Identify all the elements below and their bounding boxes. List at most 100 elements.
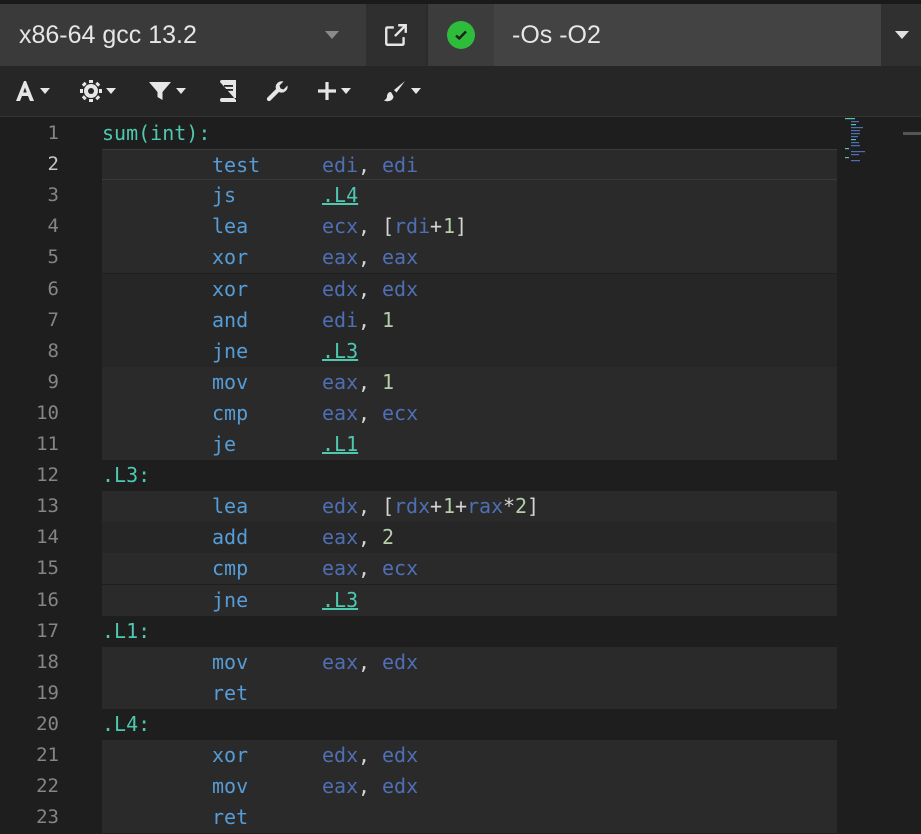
asm-punctuation: , [ (358, 494, 395, 518)
asm-register: eax (322, 556, 359, 580)
asm-register: edx (322, 277, 359, 301)
compiler-options-input[interactable]: -Os -O2 (494, 4, 881, 66)
popout-button[interactable] (366, 4, 426, 66)
label-link[interactable]: .L4 (322, 180, 358, 211)
asm-instruction-line[interactable]: ret (102, 802, 837, 833)
asm-mnemonic: and (212, 308, 249, 332)
asm-instruction-line[interactable]: mov eax, edx (102, 771, 837, 802)
asm-register: edx (382, 743, 419, 767)
filter-menu-button[interactable] (148, 66, 186, 116)
asm-immediate: 1 (382, 308, 395, 332)
chevron-down-icon (325, 31, 339, 39)
line-number: 23 (36, 806, 59, 828)
highlight-menu-button[interactable] (383, 66, 421, 116)
asm-punctuation: , (358, 556, 383, 580)
asm-register: ecx (382, 556, 419, 580)
asm-mnemonic: mov (212, 650, 249, 674)
asm-punctuation: , (358, 525, 383, 549)
asm-mnemonic: ret (212, 805, 249, 829)
asm-mnemonic: xor (212, 743, 249, 767)
asm-punctuation: ] (455, 214, 468, 238)
asm-instruction-line[interactable]: xor edx, edx (102, 274, 837, 305)
asm-instruction-line[interactable]: xor edx, edx (102, 740, 837, 771)
libraries-button[interactable] (218, 66, 238, 116)
tools-button[interactable] (266, 66, 290, 116)
asm-punctuation: , (358, 401, 383, 425)
compile-status[interactable] (428, 4, 494, 66)
asm-register: rax (467, 494, 504, 518)
asm-register: edx (382, 774, 419, 798)
asm-label-line[interactable]: .L3: (102, 460, 837, 491)
asm-punctuation: , (358, 245, 383, 269)
line-number: 7 (47, 309, 59, 331)
asm-immediate: 2 (382, 525, 395, 549)
asm-label-line[interactable]: .L4: (102, 709, 837, 740)
label-link[interactable]: .L3 (322, 585, 358, 616)
asm-label: .L3: (102, 463, 151, 487)
asm-instruction-line[interactable]: js .L4 (102, 180, 837, 211)
line-number: 3 (47, 184, 59, 206)
asm-instruction-line[interactable]: mov eax, 1 (102, 367, 837, 398)
asm-instruction-line[interactable]: xor eax, eax (102, 242, 837, 273)
asm-immediate: 1 (382, 370, 395, 394)
asm-label-line[interactable]: .L1: (102, 616, 837, 647)
line-number: 11 (36, 433, 59, 455)
asm-mnemonic: je (212, 432, 237, 456)
line-number: 12 (36, 464, 59, 486)
asm-instruction-line[interactable]: cmp eax, ecx (102, 553, 837, 584)
asm-register: rdx (394, 494, 431, 518)
label-link[interactable]: .L1 (322, 429, 358, 460)
asm-punctuation: , (358, 650, 383, 674)
asm-punctuation: , (358, 308, 383, 332)
add-pane-button[interactable] (317, 66, 351, 116)
asm-instruction-line[interactable]: add eax, 2 (102, 522, 837, 553)
settings-menu-button[interactable] (80, 66, 116, 116)
asm-mnemonic: xor (212, 277, 249, 301)
asm-label: sum(int): (102, 121, 211, 145)
asm-punctuation: * (503, 494, 516, 518)
asm-punctuation: , (358, 743, 383, 767)
asm-register: ecx (322, 214, 359, 238)
asm-instruction-line[interactable]: ret (102, 678, 837, 709)
asm-mnemonic: xor (212, 245, 249, 269)
asm-register: edx (322, 494, 359, 518)
font-menu-button[interactable] (14, 66, 50, 116)
asm-mnemonic: mov (212, 370, 249, 394)
asm-instruction-line[interactable]: cmp eax, ecx (102, 398, 837, 429)
line-number: 5 (47, 246, 59, 268)
asm-instruction-line[interactable]: je .L1 (102, 429, 837, 460)
asm-instruction-line[interactable]: jne .L3 (102, 336, 837, 367)
line-number: 9 (47, 371, 59, 393)
asm-punctuation: , (358, 277, 383, 301)
asm-instruction-line[interactable]: mov eax, edx (102, 647, 837, 678)
asm-instruction-line[interactable]: lea ecx, [rdi +1] (102, 211, 837, 242)
chevron-down-icon (411, 88, 421, 94)
asm-label-line[interactable]: sum(int): (102, 118, 837, 149)
compiler-select[interactable]: x86-64 gcc 13.2 (0, 4, 366, 66)
asm-instruction-line[interactable]: lea edx, [rdx +1 + rax * 2] (102, 491, 837, 522)
assembly-output-editor[interactable]: 1 sum(int): 2 test edi, edi 3 js .L4 4 lea ecx, [r… (0, 117, 921, 834)
options-dropdown-button[interactable] (881, 4, 921, 66)
asm-mnemonic: jne (212, 588, 249, 612)
asm-punctuation: + (430, 494, 443, 518)
line-number: 1 (47, 122, 59, 144)
line-number: 16 (36, 589, 59, 611)
caret-down-icon (895, 31, 909, 39)
asm-mnemonic: lea (212, 494, 249, 518)
asm-register: rdi (394, 214, 431, 238)
asm-instruction-line[interactable]: test edi, edi (102, 149, 837, 180)
label-link[interactable]: .L3 (322, 336, 358, 367)
line-number: 20 (36, 713, 59, 735)
line-number: 6 (47, 278, 59, 300)
asm-label: .L1: (102, 619, 151, 643)
asm-punctuation: ] (527, 494, 540, 518)
asm-instruction-line[interactable]: jne .L3 (102, 585, 837, 616)
compiler-options-value: -Os -O2 (512, 21, 601, 49)
compiler-name: x86-64 gcc 13.2 (19, 21, 197, 49)
asm-mnemonic: lea (212, 214, 249, 238)
asm-register: ecx (382, 401, 419, 425)
scrollbar-thumb[interactable] (903, 132, 921, 135)
minimap[interactable] (843, 117, 875, 167)
asm-instruction-line[interactable]: and edi, 1 (102, 305, 837, 336)
line-number: 19 (36, 682, 59, 704)
